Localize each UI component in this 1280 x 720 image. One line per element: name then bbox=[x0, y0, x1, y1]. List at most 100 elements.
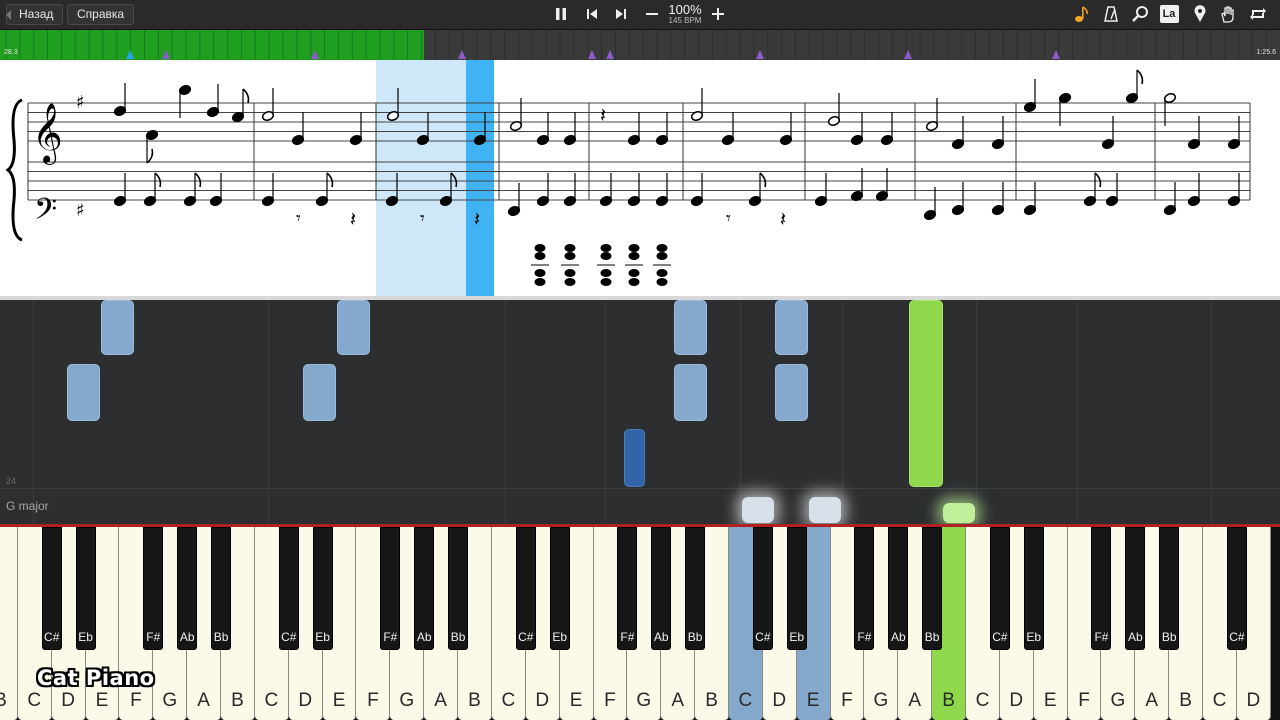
black-key[interactable]: F# bbox=[1091, 527, 1112, 650]
black-key[interactable]: Ab bbox=[651, 527, 672, 650]
rest: 𝄽 bbox=[350, 207, 356, 231]
key-label: C# bbox=[281, 630, 297, 644]
key-signature-label: G major bbox=[6, 499, 49, 513]
key-label: Ab bbox=[179, 630, 195, 644]
black-key[interactable]: Bb bbox=[448, 527, 469, 650]
black-key[interactable]: Bb bbox=[922, 527, 943, 650]
key-label: D bbox=[298, 690, 313, 711]
timeline-markers bbox=[5, 30, 1267, 60]
notehead bbox=[534, 269, 546, 277]
key-label: F bbox=[367, 690, 379, 711]
notehead bbox=[564, 244, 576, 252]
current-measure-highlight bbox=[376, 60, 466, 296]
key-label: C# bbox=[1229, 630, 1245, 644]
notehead bbox=[600, 244, 612, 252]
black-key[interactable]: F# bbox=[143, 527, 164, 650]
bass-key-sharp: ♯ bbox=[76, 200, 85, 221]
watermark-logo: Cat Piano bbox=[37, 666, 155, 690]
black-key[interactable]: F# bbox=[380, 527, 401, 650]
black-key[interactable]: Eb bbox=[75, 527, 96, 650]
falling-note bbox=[909, 300, 943, 487]
black-key[interactable]: Ab bbox=[177, 527, 198, 650]
white-key[interactable]: B bbox=[0, 527, 18, 720]
key-label: C bbox=[975, 690, 990, 711]
key-label: F# bbox=[620, 630, 635, 644]
key-label: G bbox=[162, 690, 178, 711]
key-label: C bbox=[264, 690, 279, 711]
key-label: Eb bbox=[789, 630, 805, 644]
black-key[interactable]: C# bbox=[41, 527, 62, 650]
black-key[interactable]: Ab bbox=[888, 527, 909, 650]
black-key[interactable]: Bb bbox=[211, 527, 232, 650]
rest: 𝄾 bbox=[296, 208, 301, 229]
black-key[interactable]: F# bbox=[617, 527, 638, 650]
location-pin-icon[interactable] bbox=[1189, 3, 1211, 25]
progress-timeline[interactable]: 28.3 1:25.6 bbox=[0, 29, 1280, 60]
black-key[interactable]: Bb bbox=[1159, 527, 1180, 650]
note-icon[interactable] bbox=[1071, 3, 1093, 25]
next-icon[interactable] bbox=[610, 3, 632, 25]
black-key[interactable]: Bb bbox=[685, 527, 706, 650]
black-key[interactable]: C# bbox=[989, 527, 1010, 650]
loop-icon[interactable] bbox=[1247, 3, 1269, 25]
rest: 𝄾 bbox=[726, 208, 731, 229]
key-label: E bbox=[95, 690, 109, 711]
help-button[interactable]: Справка bbox=[67, 4, 135, 25]
bookmark-marker bbox=[588, 50, 596, 59]
pause-icon[interactable] bbox=[550, 3, 572, 25]
black-key[interactable]: Eb bbox=[786, 527, 807, 650]
key-label: A bbox=[197, 690, 210, 711]
key-label: A bbox=[671, 690, 684, 711]
treble-clef: 𝄞 bbox=[32, 103, 63, 165]
minus-icon[interactable] bbox=[641, 3, 663, 25]
bookmark-marker bbox=[606, 50, 614, 59]
falling-note bbox=[674, 364, 707, 421]
treble-key-sharp: ♯ bbox=[76, 92, 85, 113]
falling-note bbox=[303, 364, 336, 421]
key-label: Ab bbox=[890, 630, 906, 644]
key-label: E bbox=[806, 690, 820, 711]
black-key[interactable]: Eb bbox=[549, 527, 570, 650]
key-label: B bbox=[231, 690, 244, 711]
hand-icon[interactable] bbox=[1217, 3, 1239, 25]
key-label: B bbox=[468, 690, 481, 711]
la-icon[interactable]: La bbox=[1158, 3, 1180, 25]
black-key[interactable]: Eb bbox=[312, 527, 333, 650]
black-key[interactable]: Ab bbox=[1125, 527, 1146, 650]
measure-number: 24 bbox=[6, 476, 17, 486]
tempo-bpm: 145 BPM bbox=[668, 16, 702, 25]
previous-icon[interactable] bbox=[581, 3, 603, 25]
key-label: E bbox=[569, 690, 583, 711]
waterfall-gridline bbox=[1077, 300, 1078, 524]
notehead bbox=[628, 244, 640, 252]
waterfall-gridline bbox=[842, 300, 843, 524]
la-label: La bbox=[1159, 5, 1179, 23]
black-key[interactable]: Ab bbox=[414, 527, 435, 650]
key-label: D bbox=[1246, 690, 1261, 711]
black-key[interactable]: C# bbox=[752, 527, 773, 650]
back-button[interactable]: Назад bbox=[5, 4, 64, 25]
key-label: D bbox=[1009, 690, 1024, 711]
black-key[interactable]: Eb bbox=[1023, 527, 1044, 650]
bookmark-marker bbox=[904, 50, 912, 59]
playhead-highlight bbox=[466, 60, 494, 296]
metronome-icon[interactable] bbox=[1100, 3, 1122, 25]
key-label: D bbox=[61, 690, 76, 711]
key-label: F bbox=[1078, 690, 1090, 711]
key-label: G bbox=[873, 690, 889, 711]
key-label: Ab bbox=[1127, 630, 1143, 644]
black-key[interactable]: F# bbox=[854, 527, 875, 650]
tempo-display: 100% 145 BPM bbox=[664, 3, 706, 25]
magnifier-icon[interactable] bbox=[1129, 3, 1151, 25]
black-key[interactable]: C# bbox=[515, 527, 536, 650]
grand-staff-brace bbox=[5, 98, 23, 242]
black-key[interactable]: C# bbox=[1226, 527, 1247, 650]
key-label: C bbox=[501, 690, 516, 711]
key-label: Eb bbox=[1026, 630, 1042, 644]
key-label: Bb bbox=[687, 630, 703, 644]
plus-icon[interactable] bbox=[707, 3, 729, 25]
bookmark-marker bbox=[756, 50, 764, 59]
key-label: Ab bbox=[653, 630, 669, 644]
active-note-glow bbox=[809, 497, 841, 523]
black-key[interactable]: C# bbox=[278, 527, 299, 650]
